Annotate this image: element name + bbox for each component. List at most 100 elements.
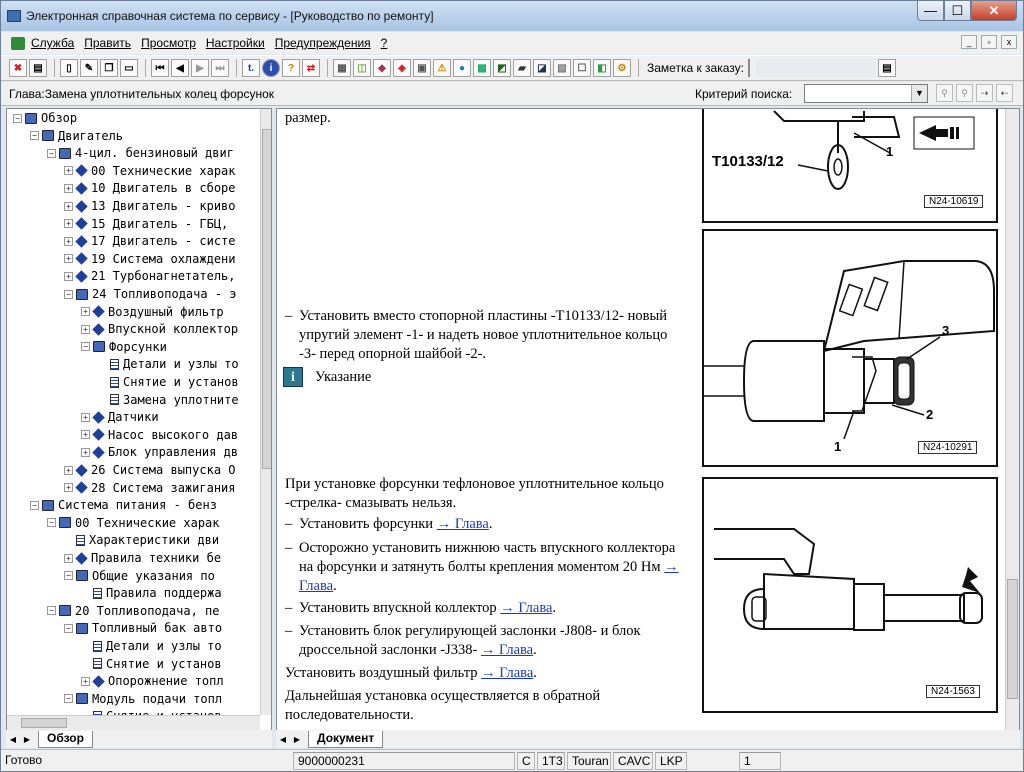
expand-toggle-icon[interactable]: + [64, 166, 73, 176]
tree-node[interactable]: +00 Технические харак [64, 162, 236, 180]
app-menu-icon[interactable] [11, 36, 25, 50]
tree-node[interactable]: − Общие указания по [64, 567, 215, 585]
mdi-close-icon[interactable]: x [1001, 35, 1017, 49]
expand-toggle-icon[interactable]: + [64, 271, 73, 281]
menu-pravit[interactable]: Править [84, 36, 131, 50]
tree-vertical-scrollbar[interactable] [260, 109, 271, 715]
chapter-link[interactable]: → Глава [437, 516, 489, 532]
chapter-link[interactable]: → Глава [500, 600, 552, 616]
tree-node[interactable]: + Блок управления дв [81, 443, 238, 461]
expand-toggle-icon[interactable]: − [64, 571, 73, 581]
expand-toggle-icon[interactable]: + [64, 465, 73, 475]
tree-node[interactable]: − 00 Технические харак [47, 514, 220, 532]
tree-node[interactable]: − Модуль подачи топл [64, 690, 222, 708]
expand-toggle-icon[interactable]: + [81, 412, 90, 422]
search-next-icon[interactable]: ⚲ [956, 84, 973, 102]
order-note-input[interactable] [747, 59, 750, 77]
tree-node[interactable]: + Впускной коллектор [81, 320, 238, 338]
tab-scroll-right-icon[interactable]: ▶ [290, 735, 304, 744]
tree-node[interactable]: + Датчики [81, 408, 159, 426]
tool-8-icon[interactable]: ▰ [513, 59, 531, 77]
expand-toggle-icon[interactable]: + [64, 236, 73, 246]
expand-toggle-icon[interactable]: − [13, 113, 22, 123]
tool-4-icon[interactable]: ◈ [393, 59, 411, 77]
menu-preduprezhdeniya[interactable]: Предупреждения [275, 36, 371, 50]
tool-12-icon[interactable]: ◧ [593, 59, 611, 77]
tool-6-icon[interactable]: ▩ [473, 59, 491, 77]
tree-node[interactable]: − Топливный бак авто [64, 619, 222, 637]
tree-node[interactable]: Детали и узлы то [98, 355, 239, 373]
info-icon[interactable]: i [262, 59, 280, 77]
edit-page-icon[interactable]: ✎ [80, 59, 98, 77]
expand-toggle-icon[interactable]: + [64, 483, 73, 493]
tool-11-icon[interactable]: ☐ [573, 59, 591, 77]
expand-toggle-icon[interactable]: − [30, 500, 39, 510]
tree-node[interactable]: − Форсунки [81, 338, 167, 356]
expand-toggle-icon[interactable]: − [81, 342, 90, 352]
close-button[interactable]: ✕ [971, 1, 1017, 21]
expand-toggle-icon[interactable]: + [64, 201, 73, 211]
help-icon[interactable]: ? [282, 59, 300, 77]
tool-5-icon[interactable]: ▣ [413, 59, 431, 77]
expand-toggle-icon[interactable]: − [47, 148, 56, 158]
t-button[interactable]: t. [242, 59, 260, 77]
first-page-icon[interactable]: ⏮ [151, 59, 169, 77]
expand-toggle-icon[interactable]: − [64, 289, 73, 299]
tree-node[interactable]: + Насос высокого дав [81, 426, 238, 444]
tab-obzor[interactable]: Обзор [38, 730, 93, 748]
next-page-icon[interactable]: ▶ [191, 59, 209, 77]
print-icon[interactable]: ▤ [29, 59, 47, 77]
tab-scroll-left-icon[interactable]: ◀ [6, 735, 20, 744]
chapter-link[interactable]: → Глава [481, 642, 533, 658]
nav-forward-icon[interactable]: ⇢ [976, 84, 993, 102]
tree-node[interactable]: + Правила техники бе [64, 549, 221, 567]
chapter-link[interactable]: → Глава [481, 665, 533, 681]
expand-toggle-icon[interactable]: + [64, 254, 73, 264]
expand-toggle-icon[interactable]: + [64, 553, 73, 563]
tree-node[interactable]: − Двигатель [30, 127, 123, 145]
mdi-restore-icon[interactable]: ▫ [981, 35, 997, 49]
mdi-minimize-icon[interactable]: _ [961, 35, 977, 49]
last-page-icon[interactable]: ⏭ [211, 59, 229, 77]
exit-icon[interactable]: ✖ [9, 59, 27, 77]
minimize-button[interactable]: — [917, 1, 944, 21]
tree-node[interactable]: Снятие и установ [81, 655, 222, 673]
scroll-thumb[interactable] [21, 718, 67, 728]
order-note-area[interactable] [755, 59, 876, 77]
tree-node[interactable]: +10 Двигатель в сборе [64, 179, 236, 197]
tool-3-icon[interactable]: ◆ [373, 59, 391, 77]
tree-node[interactable]: + Опорожнение топл [81, 672, 224, 690]
tool-10-icon[interactable]: ▧ [553, 59, 571, 77]
expand-toggle-icon[interactable]: − [30, 131, 39, 141]
expand-toggle-icon[interactable]: − [64, 623, 73, 633]
tree-node[interactable]: − 20 Топливоподача, пе [47, 602, 220, 620]
scroll-thumb[interactable] [262, 129, 271, 469]
warning-icon[interactable]: ⚠ [433, 59, 451, 77]
tree-node[interactable]: − 24 Топливоподача - э [64, 285, 237, 303]
tree-node[interactable]: +19 Система охлаждени [64, 250, 236, 268]
tool-2-icon[interactable]: ◫ [353, 59, 371, 77]
chevron-down-icon[interactable]: ▼ [911, 85, 927, 102]
tree-node[interactable]: Снятие и установ [98, 373, 239, 391]
tree-node[interactable]: +21 Турбонагнетатель, [64, 267, 236, 285]
tree-node[interactable]: Замена уплотните [98, 391, 239, 409]
note-options-icon[interactable]: ▤ [877, 59, 896, 77]
swap-icon[interactable]: ⇄ [302, 59, 320, 77]
prev-page-icon[interactable]: ◀ [171, 59, 189, 77]
tool-1-icon[interactable]: ▦ [333, 59, 351, 77]
menu-nastroyki[interactable]: Настройки [206, 36, 265, 50]
menu-prosmotr[interactable]: Просмотр [141, 36, 196, 50]
nav-back-icon[interactable]: ⇠ [996, 84, 1013, 102]
menu-help[interactable]: ? [381, 36, 388, 50]
criteria-select[interactable]: ▼ [804, 84, 928, 103]
tree-horizontal-scrollbar[interactable] [7, 715, 260, 730]
expand-toggle-icon[interactable]: + [64, 219, 73, 229]
tree-node[interactable]: − 4-цил. бензиновый двиг [47, 144, 234, 162]
tree-node[interactable]: +17 Двигатель - систе [64, 232, 236, 250]
tab-scroll-right-icon[interactable]: ▶ [20, 735, 34, 744]
tab-scroll-left-icon[interactable]: ◀ [276, 735, 290, 744]
expand-toggle-icon[interactable]: + [64, 183, 73, 193]
tree-node[interactable]: Правила поддержа [81, 584, 222, 602]
tree-node[interactable]: +28 Система зажигания [64, 479, 236, 497]
copy-icon[interactable]: ❐ [100, 59, 118, 77]
